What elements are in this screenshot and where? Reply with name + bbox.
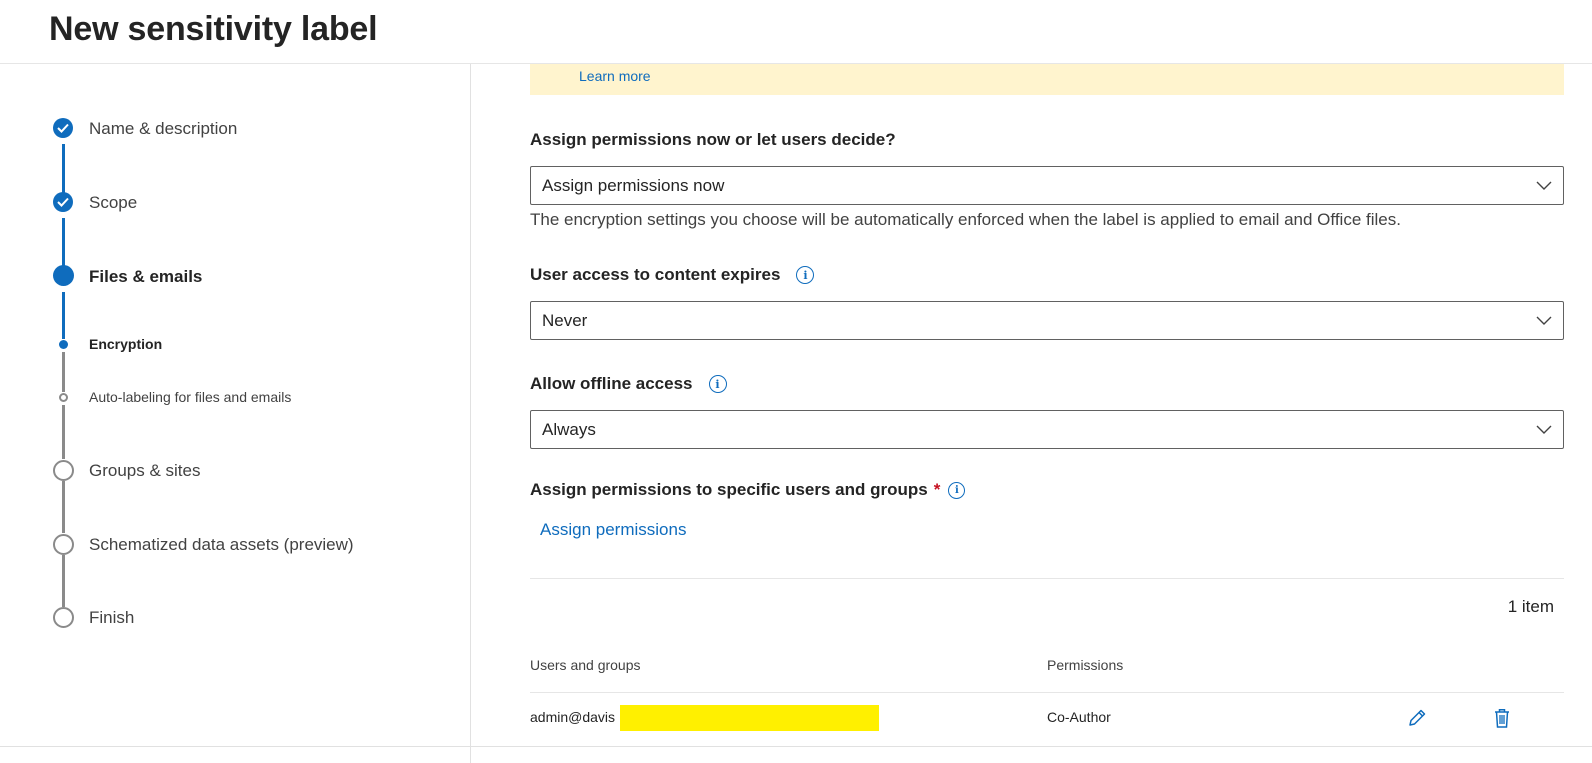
- offline-value: Always: [542, 419, 596, 439]
- step-scope[interactable]: Scope: [89, 193, 137, 213]
- chevron-down-icon: [1535, 421, 1553, 439]
- bottom-divider: [0, 746, 1592, 747]
- step-groups-sites[interactable]: Groups & sites: [89, 461, 201, 481]
- page-title: New sensitivity label: [49, 10, 378, 48]
- row-permission: Co-Author: [1047, 709, 1111, 725]
- info-icon[interactable]: i: [948, 481, 966, 499]
- specific-permissions-label: Assign permissions to specific users and…: [530, 480, 966, 500]
- step-connector: [62, 352, 65, 392]
- info-icon[interactable]: i: [796, 266, 815, 284]
- expiry-value: Never: [542, 310, 588, 330]
- divider: [530, 692, 1564, 693]
- current-substep-indicator: [59, 340, 68, 349]
- current-step-indicator: [53, 265, 74, 286]
- step-finish[interactable]: Finish: [89, 608, 134, 628]
- delete-icon[interactable]: [1490, 706, 1514, 730]
- step-schematized-data-assets[interactable]: Schematized data assets (preview): [89, 535, 354, 555]
- assign-permissions-link[interactable]: Assign permissions: [540, 520, 686, 540]
- offline-label-text: Allow offline access: [530, 374, 693, 393]
- assign-mode-help: The encryption settings you choose will …: [530, 210, 1401, 229]
- column-header-users[interactable]: Users and groups: [530, 657, 641, 673]
- step-connector: [62, 405, 65, 459]
- substep-encryption[interactable]: Encryption: [89, 336, 162, 352]
- step-connector: [62, 292, 65, 339]
- specific-permissions-label-text: Assign permissions to specific users and…: [530, 480, 928, 499]
- chevron-down-icon: [1535, 177, 1553, 195]
- substep-auto-labeling[interactable]: Auto-labeling for files and emails: [89, 389, 291, 405]
- edit-icon[interactable]: [1405, 706, 1429, 730]
- page-header: New sensitivity label: [0, 0, 1592, 64]
- redaction-highlight: [620, 705, 879, 731]
- main-content: Learn more Assign permissions now or let…: [471, 64, 1592, 763]
- step-connector: [62, 481, 65, 533]
- step-name-description[interactable]: Name & description: [89, 119, 237, 139]
- pending-substep-indicator: [59, 393, 68, 402]
- learn-more-link[interactable]: Learn more: [579, 68, 651, 84]
- offline-dropdown[interactable]: Always: [530, 410, 1564, 449]
- pending-step-indicator: [53, 534, 74, 555]
- item-count: 1 item: [1507, 597, 1554, 616]
- check-icon: [53, 118, 73, 138]
- assign-mode-value: Assign permissions now: [542, 175, 725, 195]
- step-files-emails[interactable]: Files & emails: [89, 267, 202, 287]
- info-icon[interactable]: i: [708, 375, 727, 393]
- pending-step-indicator: [53, 607, 74, 628]
- wizard-steps: Name & description Scope Files & emails …: [0, 64, 471, 763]
- assign-mode-label: Assign permissions now or let users deci…: [530, 130, 896, 150]
- expiry-label: User access to content expires i: [530, 265, 815, 285]
- offline-label: Allow offline access i: [530, 374, 727, 394]
- expiry-dropdown[interactable]: Never: [530, 301, 1564, 340]
- column-header-permissions[interactable]: Permissions: [1047, 657, 1123, 673]
- row-user: admin@davis: [530, 709, 616, 725]
- required-marker: *: [933, 480, 941, 499]
- assign-mode-label-text: Assign permissions now or let users deci…: [530, 130, 896, 149]
- assign-mode-dropdown[interactable]: Assign permissions now: [530, 166, 1564, 205]
- pending-step-indicator: [53, 460, 74, 481]
- info-banner: Learn more: [530, 64, 1564, 95]
- expiry-label-text: User access to content expires: [530, 265, 781, 284]
- chevron-down-icon: [1535, 312, 1553, 330]
- divider: [530, 578, 1564, 579]
- check-icon: [53, 192, 73, 212]
- step-connector: [62, 555, 65, 607]
